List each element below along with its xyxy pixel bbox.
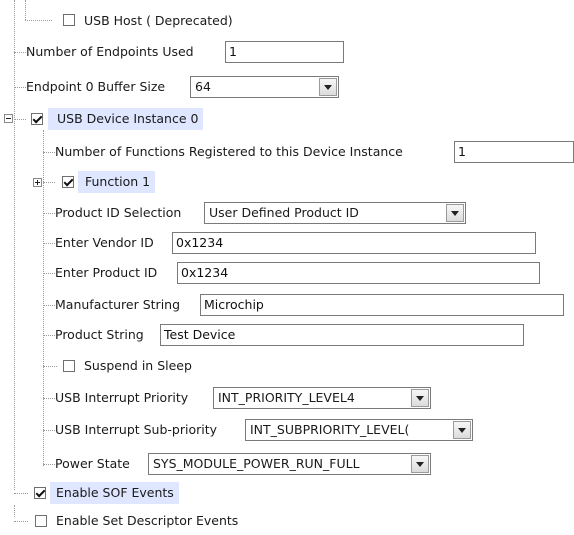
sof-events-checkbox[interactable] — [34, 487, 46, 499]
num-functions-label: Number of Functions Registered to this D… — [55, 144, 403, 159]
set-descriptor-row: Enable Set Descriptor Events — [0, 509, 574, 535]
suspend-sleep-row: Suspend in Sleep — [0, 354, 574, 380]
tree-line — [43, 243, 55, 244]
tree-line — [43, 182, 55, 183]
product-id-selection-row: Product ID Selection User Defined Produc… — [0, 201, 574, 227]
ep0-buffer-value: 64 — [195, 79, 211, 94]
chevron-down-icon[interactable] — [453, 421, 471, 439]
int-priority-label: USB Interrupt Priority — [55, 390, 189, 405]
chevron-down-icon[interactable] — [446, 204, 464, 222]
power-state-select[interactable]: SYS_MODULE_POWER_RUN_FULL — [148, 453, 431, 475]
ep0-buffer-select[interactable]: 64 — [190, 76, 339, 98]
num-endpoints-row: Number of Endpoints Used 1 — [0, 40, 574, 66]
int-subpriority-value: INT_SUBPRIORITY_LEVEL( — [250, 422, 410, 437]
tree-line — [25, 20, 52, 21]
product-string-row: Product String Test Device — [0, 323, 574, 349]
tree-line — [43, 305, 55, 306]
chevron-down-icon[interactable] — [411, 389, 429, 407]
product-id-row: Enter Product ID 0x1234 — [0, 261, 574, 287]
num-endpoints-input[interactable]: 1 — [225, 41, 344, 63]
product-id-selection-label: Product ID Selection — [55, 205, 182, 220]
product-id-selection-select[interactable]: User Defined Product ID — [204, 202, 466, 224]
int-subpriority-row: USB Interrupt Sub-priority INT_SUBPRIORI… — [0, 418, 574, 444]
int-subpriority-select[interactable]: INT_SUBPRIORITY_LEVEL( — [245, 419, 473, 441]
collapse-icon[interactable] — [4, 114, 13, 123]
power-state-row: Power State SYS_MODULE_POWER_RUN_FULL — [0, 452, 574, 478]
tree-line — [43, 335, 55, 336]
tree-line — [43, 366, 57, 367]
sof-events-label: Enable SOF Events — [50, 482, 179, 504]
int-priority-value: INT_PRIORITY_LEVEL4 — [218, 390, 355, 405]
ep0-buffer-row: Endpoint 0 Buffer Size 64 — [0, 75, 574, 101]
num-functions-input[interactable]: 1 — [454, 141, 574, 163]
manufacturer-label: Manufacturer String — [55, 297, 181, 312]
set-descriptor-checkbox[interactable] — [35, 515, 47, 527]
tree-line — [14, 87, 26, 88]
tree-line — [14, 52, 26, 53]
tree-line — [43, 273, 55, 274]
vendor-id-label: Enter Vendor ID — [55, 235, 154, 250]
function1-label: Function 1 — [78, 171, 156, 193]
num-functions-row: Number of Functions Registered to this D… — [0, 140, 574, 166]
power-state-label: Power State — [55, 456, 130, 471]
function1-checkbox[interactable] — [62, 176, 74, 188]
product-id-selection-value: User Defined Product ID — [209, 205, 359, 220]
usb-host-row: USB Host ( Deprecated) — [0, 8, 574, 34]
tree-line — [43, 152, 55, 153]
tree-line — [43, 430, 55, 431]
tree-line — [43, 464, 55, 465]
tree-line — [14, 521, 28, 522]
tree-line — [14, 493, 28, 494]
usb-host-checkbox[interactable] — [63, 14, 75, 26]
int-priority-row: USB Interrupt Priority INT_PRIORITY_LEVE… — [0, 386, 574, 412]
int-subpriority-label: USB Interrupt Sub-priority — [55, 422, 218, 437]
product-id-label: Enter Product ID — [55, 265, 158, 280]
device-instance-checkbox[interactable] — [31, 113, 43, 125]
product-string-label: Product String — [55, 327, 144, 342]
vendor-id-row: Enter Vendor ID 0x1234 — [0, 231, 574, 257]
power-state-value: SYS_MODULE_POWER_RUN_FULL — [153, 456, 360, 471]
expand-icon[interactable] — [33, 178, 42, 187]
tree-line — [14, 119, 26, 120]
tree-line — [43, 398, 55, 399]
product-id-input[interactable]: 0x1234 — [177, 262, 540, 284]
chevron-down-icon[interactable] — [411, 455, 429, 473]
manufacturer-row: Manufacturer String Microchip — [0, 293, 574, 319]
ep0-buffer-label: Endpoint 0 Buffer Size — [26, 79, 166, 94]
function1-row: Function 1 — [0, 170, 574, 196]
product-string-input[interactable]: Test Device — [160, 324, 524, 346]
sof-events-row: Enable SOF Events — [0, 481, 574, 507]
int-priority-select[interactable]: INT_PRIORITY_LEVEL4 — [213, 387, 431, 409]
device-instance-row: USB Device Instance 0 — [0, 107, 574, 133]
suspend-sleep-checkbox[interactable] — [63, 360, 75, 372]
set-descriptor-label: Enable Set Descriptor Events — [56, 513, 239, 528]
suspend-sleep-label: Suspend in Sleep — [84, 358, 192, 373]
usb-host-label: USB Host ( Deprecated) — [84, 13, 233, 28]
tree-line — [43, 213, 55, 214]
chevron-down-icon[interactable] — [319, 78, 337, 96]
device-instance-label: USB Device Instance 0 — [48, 108, 204, 130]
manufacturer-input[interactable]: Microchip — [200, 294, 564, 316]
vendor-id-input[interactable]: 0x1234 — [172, 232, 536, 254]
num-endpoints-label: Number of Endpoints Used — [26, 44, 194, 59]
